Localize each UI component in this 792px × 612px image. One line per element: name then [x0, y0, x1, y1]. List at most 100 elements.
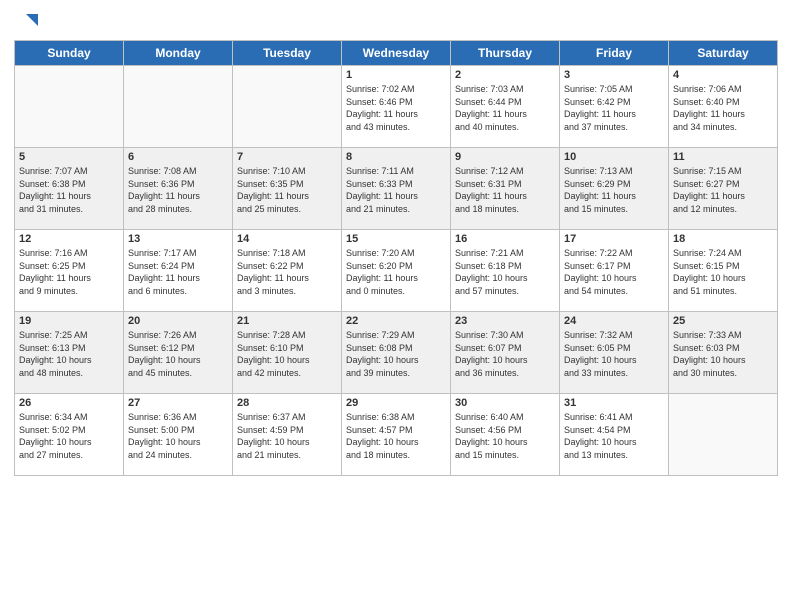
weekday-header: Monday	[124, 41, 233, 66]
day-info: Sunrise: 7:02 AM Sunset: 6:46 PM Dayligh…	[346, 83, 446, 133]
day-number: 21	[237, 315, 337, 327]
day-info: Sunrise: 7:07 AM Sunset: 6:38 PM Dayligh…	[19, 165, 119, 215]
day-info: Sunrise: 6:41 AM Sunset: 4:54 PM Dayligh…	[564, 411, 664, 461]
day-info: Sunrise: 7:11 AM Sunset: 6:33 PM Dayligh…	[346, 165, 446, 215]
calendar-cell: 12 Sunrise: 7:16 AM Sunset: 6:25 PM Dayli…	[15, 230, 124, 312]
day-info: Sunrise: 7:13 AM Sunset: 6:29 PM Dayligh…	[564, 165, 664, 215]
day-number: 4	[673, 69, 773, 81]
day-info: Sunrise: 7:15 AM Sunset: 6:27 PM Dayligh…	[673, 165, 773, 215]
day-info: Sunrise: 7:29 AM Sunset: 6:08 PM Dayligh…	[346, 329, 446, 379]
day-info: Sunrise: 7:08 AM Sunset: 6:36 PM Dayligh…	[128, 165, 228, 215]
calendar-cell	[124, 66, 233, 148]
weekday-header: Thursday	[451, 41, 560, 66]
calendar-cell: 13Sunrise: 7:17 AM Sunset: 6:24 PM Dayli…	[124, 230, 233, 312]
day-number: 15	[346, 233, 446, 245]
calendar-week-row: 19Sunrise: 7:25 AM Sunset: 6:13 PM Dayli…	[15, 312, 778, 394]
calendar-cell: 28 Sunrise: 6:37 AM Sunset: 4:59 PM Dayli…	[233, 394, 342, 476]
calendar-cell: 26 Sunrise: 6:34 AM Sunset: 5:02 PM Dayli…	[15, 394, 124, 476]
day-number: 16	[455, 233, 555, 245]
day-info: Sunrise: 7:18 AM Sunset: 6:22 PM Dayligh…	[237, 247, 337, 297]
calendar-cell: 27 Sunrise: 6:36 AM Sunset: 5:00 PM Dayli…	[124, 394, 233, 476]
calendar-cell: 2 Sunrise: 7:03 AM Sunset: 6:44 PM Daylig…	[451, 66, 560, 148]
day-number: 12	[19, 233, 119, 245]
weekday-header-row: SundayMondayTuesdayWednesdayThursdayFrid…	[15, 41, 778, 66]
day-number: 20	[128, 315, 228, 327]
day-info: Sunrise: 6:36 AM Sunset: 5:00 PM Dayligh…	[128, 411, 228, 461]
day-info: Sunrise: 6:40 AM Sunset: 4:56 PM Dayligh…	[455, 411, 555, 461]
calendar-cell: 21Sunrise: 7:28 AM Sunset: 6:10 PM Dayli…	[233, 312, 342, 394]
day-number: 14	[237, 233, 337, 245]
calendar-cell: 31Sunrise: 6:41 AM Sunset: 4:54 PM Dayli…	[560, 394, 669, 476]
day-info: Sunrise: 7:12 AM Sunset: 6:31 PM Dayligh…	[455, 165, 555, 215]
day-number: 13	[128, 233, 228, 245]
day-info: Sunrise: 7:24 AM Sunset: 6:15 PM Dayligh…	[673, 247, 773, 297]
day-number: 26	[19, 397, 119, 409]
calendar-cell	[15, 66, 124, 148]
weekday-header: Friday	[560, 41, 669, 66]
day-number: 25	[673, 315, 773, 327]
day-number: 23	[455, 315, 555, 327]
day-info: Sunrise: 6:38 AM Sunset: 4:57 PM Dayligh…	[346, 411, 446, 461]
calendar-cell: 3 Sunrise: 7:05 AM Sunset: 6:42 PM Daylig…	[560, 66, 669, 148]
day-info: Sunrise: 7:16 AM Sunset: 6:25 PM Dayligh…	[19, 247, 119, 297]
day-number: 18	[673, 233, 773, 245]
day-info: Sunrise: 7:26 AM Sunset: 6:12 PM Dayligh…	[128, 329, 228, 379]
day-info: Sunrise: 7:21 AM Sunset: 6:18 PM Dayligh…	[455, 247, 555, 297]
calendar-week-row: 1 Sunrise: 7:02 AM Sunset: 6:46 PM Daylig…	[15, 66, 778, 148]
calendar-week-row: 26 Sunrise: 6:34 AM Sunset: 5:02 PM Dayli…	[15, 394, 778, 476]
calendar-cell: 16 Sunrise: 7:21 AM Sunset: 6:18 PM Dayli…	[451, 230, 560, 312]
calendar-cell: 1 Sunrise: 7:02 AM Sunset: 6:46 PM Daylig…	[342, 66, 451, 148]
calendar-cell: 25Sunrise: 7:33 AM Sunset: 6:03 PM Dayli…	[669, 312, 778, 394]
calendar-cell: 5 Sunrise: 7:07 AM Sunset: 6:38 PM Daylig…	[15, 148, 124, 230]
day-info: Sunrise: 7:20 AM Sunset: 6:20 PM Dayligh…	[346, 247, 446, 297]
day-info: Sunrise: 7:06 AM Sunset: 6:40 PM Dayligh…	[673, 83, 773, 133]
calendar-cell: 23Sunrise: 7:30 AM Sunset: 6:07 PM Dayli…	[451, 312, 560, 394]
header	[14, 10, 778, 32]
day-number: 3	[564, 69, 664, 81]
calendar-cell: 29 Sunrise: 6:38 AM Sunset: 4:57 PM Dayli…	[342, 394, 451, 476]
calendar-table: SundayMondayTuesdayWednesdayThursdayFrid…	[14, 40, 778, 476]
day-info: Sunrise: 7:32 AM Sunset: 6:05 PM Dayligh…	[564, 329, 664, 379]
calendar-cell: 20 Sunrise: 7:26 AM Sunset: 6:12 PM Dayli…	[124, 312, 233, 394]
weekday-header: Sunday	[15, 41, 124, 66]
calendar-cell: 7Sunrise: 7:10 AM Sunset: 6:35 PM Daylig…	[233, 148, 342, 230]
day-number: 29	[346, 397, 446, 409]
day-info: Sunrise: 7:22 AM Sunset: 6:17 PM Dayligh…	[564, 247, 664, 297]
day-number: 9	[455, 151, 555, 163]
calendar-week-row: 5 Sunrise: 7:07 AM Sunset: 6:38 PM Daylig…	[15, 148, 778, 230]
calendar-cell: 18 Sunrise: 7:24 AM Sunset: 6:15 PM Dayli…	[669, 230, 778, 312]
day-number: 1	[346, 69, 446, 81]
calendar-cell: 6 Sunrise: 7:08 AM Sunset: 6:36 PM Daylig…	[124, 148, 233, 230]
calendar-cell: 8Sunrise: 7:11 AM Sunset: 6:33 PM Daylig…	[342, 148, 451, 230]
calendar-cell: 17Sunrise: 7:22 AM Sunset: 6:17 PM Dayli…	[560, 230, 669, 312]
day-number: 6	[128, 151, 228, 163]
day-info: Sunrise: 7:03 AM Sunset: 6:44 PM Dayligh…	[455, 83, 555, 133]
calendar-cell	[233, 66, 342, 148]
calendar-week-row: 12 Sunrise: 7:16 AM Sunset: 6:25 PM Dayli…	[15, 230, 778, 312]
calendar-cell: 24 Sunrise: 7:32 AM Sunset: 6:05 PM Dayli…	[560, 312, 669, 394]
day-number: 30	[455, 397, 555, 409]
day-number: 19	[19, 315, 119, 327]
day-number: 2	[455, 69, 555, 81]
calendar-cell: 15 Sunrise: 7:20 AM Sunset: 6:20 PM Dayli…	[342, 230, 451, 312]
calendar-cell	[669, 394, 778, 476]
calendar-cell: 4 Sunrise: 7:06 AM Sunset: 6:40 PM Daylig…	[669, 66, 778, 148]
day-number: 5	[19, 151, 119, 163]
day-number: 27	[128, 397, 228, 409]
day-number: 24	[564, 315, 664, 327]
page-container: SundayMondayTuesdayWednesdayThursdayFrid…	[0, 0, 792, 486]
day-info: Sunrise: 6:37 AM Sunset: 4:59 PM Dayligh…	[237, 411, 337, 461]
calendar-cell: 19Sunrise: 7:25 AM Sunset: 6:13 PM Dayli…	[15, 312, 124, 394]
day-info: Sunrise: 7:05 AM Sunset: 6:42 PM Dayligh…	[564, 83, 664, 133]
weekday-header: Tuesday	[233, 41, 342, 66]
logo-icon	[18, 10, 40, 32]
day-info: Sunrise: 6:34 AM Sunset: 5:02 PM Dayligh…	[19, 411, 119, 461]
day-info: Sunrise: 7:10 AM Sunset: 6:35 PM Dayligh…	[237, 165, 337, 215]
calendar-cell: 22 Sunrise: 7:29 AM Sunset: 6:08 PM Dayli…	[342, 312, 451, 394]
day-number: 28	[237, 397, 337, 409]
weekday-header: Saturday	[669, 41, 778, 66]
day-number: 22	[346, 315, 446, 327]
day-number: 11	[673, 151, 773, 163]
calendar-cell: 30 Sunrise: 6:40 AM Sunset: 4:56 PM Dayli…	[451, 394, 560, 476]
calendar-cell: 10Sunrise: 7:13 AM Sunset: 6:29 PM Dayli…	[560, 148, 669, 230]
